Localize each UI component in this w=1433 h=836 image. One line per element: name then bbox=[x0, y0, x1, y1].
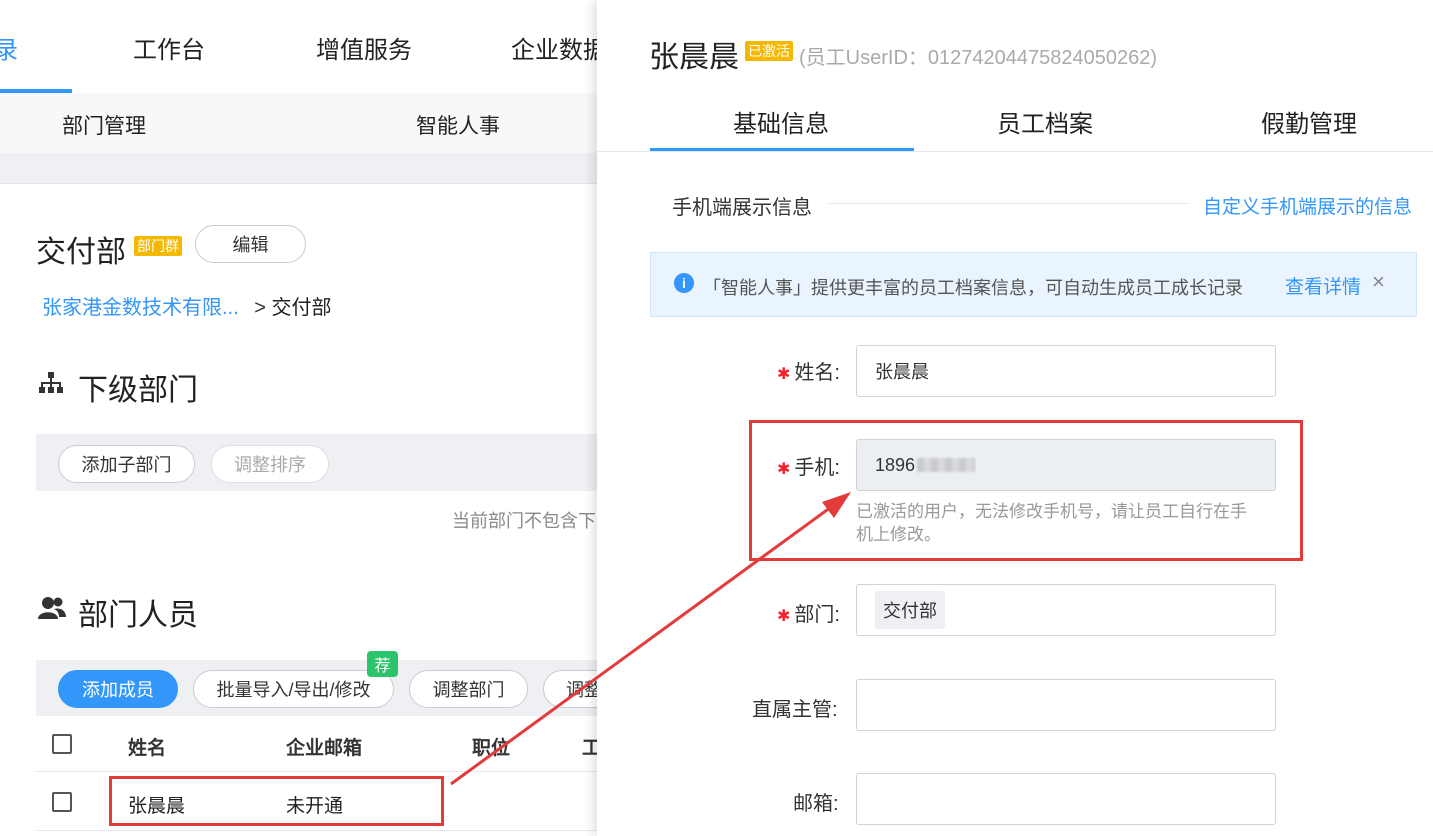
employee-userid: (员工UserID：01274204475824050262) bbox=[799, 47, 1158, 69]
notice-details-link[interactable]: 查看详情 bbox=[1285, 272, 1361, 299]
breadcrumb-company-link[interactable]: 张家港金数技术有限... bbox=[42, 297, 239, 319]
nav-item-contacts[interactable]: 录 bbox=[0, 30, 18, 65]
org-tree-icon bbox=[38, 372, 64, 399]
dept-group-tag: 部门群 bbox=[134, 236, 182, 256]
smart-hr-notice: i 「智能人事」提供更丰富的员工档案信息，可自动生成员工成长记录 查看详情 × bbox=[650, 252, 1417, 317]
tab-employee-file[interactable]: 员工档案 bbox=[997, 104, 1093, 139]
column-header-name[interactable]: 姓名 bbox=[128, 733, 166, 760]
add-subdept-button[interactable]: 添加子部门 bbox=[58, 445, 195, 483]
tab-leave-attendance[interactable]: 假勤管理 bbox=[1261, 104, 1357, 139]
top-navigation: 录 工作台 增值服务 企业数据 bbox=[0, 0, 607, 93]
customize-mobile-info-link[interactable]: 自定义手机端展示的信息 bbox=[1203, 192, 1412, 219]
activated-status-tag: 已激活 bbox=[745, 41, 793, 61]
email-input[interactable] bbox=[856, 773, 1276, 825]
column-header-position[interactable]: 职位 bbox=[472, 733, 510, 760]
name-input[interactable]: 张晨晨 bbox=[856, 345, 1276, 397]
breadcrumb: 张家港金数技术有限... > 交付部 bbox=[42, 291, 331, 320]
mobile-display-title: 手机端展示信息 bbox=[672, 197, 812, 219]
manager-input[interactable] bbox=[856, 679, 1276, 731]
dept-title: 交付部 bbox=[36, 236, 126, 269]
select-all-checkbox[interactable] bbox=[52, 734, 72, 754]
highlight-box-member-row bbox=[109, 776, 444, 826]
name-label: ✱ 姓名: bbox=[777, 362, 840, 384]
subdept-section-title: 下级部门 bbox=[78, 374, 198, 407]
row-checkbox[interactable] bbox=[52, 792, 72, 812]
recommend-badge: 荐 bbox=[367, 651, 398, 677]
members-section-title: 部门人员 bbox=[78, 599, 198, 632]
tabs-divider bbox=[597, 151, 1433, 152]
info-icon: i bbox=[674, 273, 694, 293]
dept-chip[interactable]: 交付部 bbox=[875, 591, 945, 629]
breadcrumb-current: 交付部 bbox=[271, 297, 332, 319]
email-label: 邮箱: bbox=[793, 793, 839, 815]
sub-navigation: 部门管理 智能人事 bbox=[0, 93, 600, 153]
subnav-item-dept-management[interactable]: 部门管理 bbox=[62, 110, 146, 140]
adjust-sort-button[interactable]: 调整排序 bbox=[211, 445, 329, 483]
nav-item-value-added[interactable]: 增值服务 bbox=[316, 30, 412, 65]
nav-item-workbench[interactable]: 工作台 bbox=[133, 30, 205, 65]
subnav-item-smart-hr[interactable]: 智能人事 bbox=[416, 110, 500, 140]
notice-text: 「智能人事」提供更丰富的员工档案信息，可自动生成员工成长记录 bbox=[703, 278, 1243, 298]
employee-detail-panel: 张晨晨 已激活 (员工UserID：01274204475824050262) … bbox=[597, 0, 1433, 836]
highlight-box-phone bbox=[749, 420, 1303, 561]
dept-label: ✱ 部门: bbox=[777, 604, 840, 626]
divider-strip bbox=[0, 153, 600, 184]
nav-item-enterprise-data[interactable]: 企业数据 bbox=[511, 30, 607, 65]
breadcrumb-separator: > bbox=[254, 297, 266, 319]
batch-import-export-button[interactable]: 批量导入/导出/修改 bbox=[193, 670, 394, 708]
add-member-button[interactable]: 添加成员 bbox=[58, 670, 178, 708]
table-header: 姓名 企业邮箱 职位 工 bbox=[36, 716, 601, 772]
subdept-empty-text: 当前部门不包含下 bbox=[452, 511, 596, 531]
adjust-dept-button[interactable]: 调整部门 bbox=[409, 670, 528, 708]
dept-selector[interactable]: 交付部 bbox=[856, 584, 1276, 636]
tab-basic-info[interactable]: 基础信息 bbox=[733, 104, 829, 139]
section-divider bbox=[829, 203, 1189, 204]
manager-label: 直属主管: bbox=[752, 699, 838, 721]
close-icon[interactable]: × bbox=[1372, 269, 1385, 295]
employee-name-title: 张晨晨 bbox=[649, 41, 739, 74]
users-icon bbox=[38, 596, 66, 625]
edit-dept-button[interactable]: 编辑 bbox=[195, 225, 306, 263]
column-header-email[interactable]: 企业邮箱 bbox=[286, 733, 362, 760]
